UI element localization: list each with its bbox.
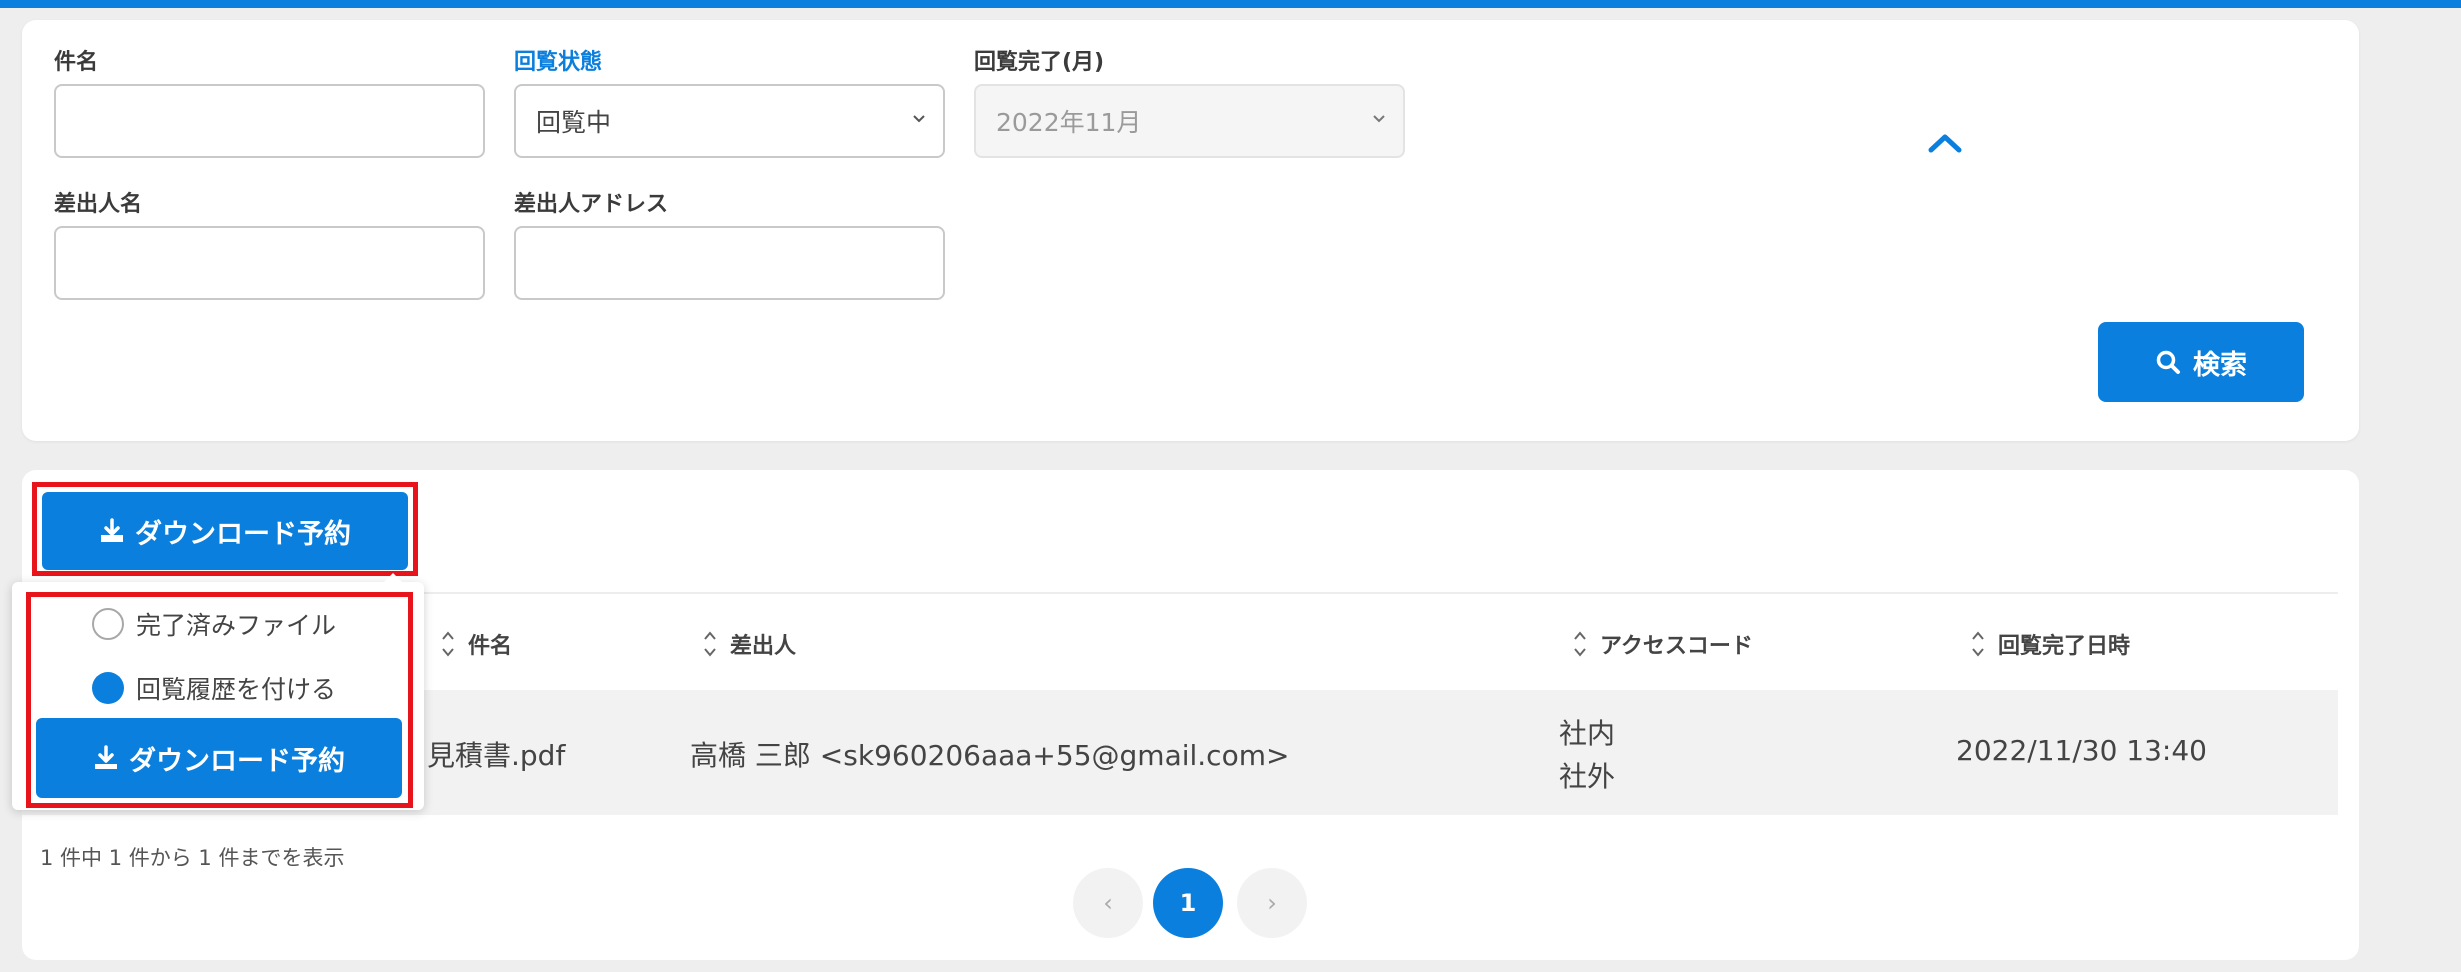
sort-icon: [1574, 631, 1586, 657]
chevron-up-icon: [1928, 134, 1962, 153]
cell-access-code-external: 社外: [1559, 760, 1616, 793]
column-header-label: 回覧完了日時: [1998, 634, 2131, 659]
option-completed-files[interactable]: 完了済みファイル: [92, 606, 336, 642]
search-button-label: 検索: [2193, 349, 2247, 381]
search-button[interactable]: 検索: [2098, 322, 2304, 402]
column-header-label: アクセスコード: [1600, 634, 1753, 659]
chevron-down-icon: [1373, 115, 1385, 123]
column-header-sender[interactable]: 差出人: [702, 628, 796, 660]
option-attach-history[interactable]: 回覧履歴を付ける: [92, 670, 336, 706]
sort-icon: [1972, 631, 1984, 657]
sender-name-input[interactable]: [54, 226, 485, 300]
search-panel: 件名 回覧状態 回覧中 回覧完了(月) 2022年11月 差出人名 差出人アドレ…: [22, 20, 2359, 441]
top-accent-bar: [0, 0, 2461, 8]
download-icon: [101, 518, 123, 542]
chevron-down-icon: [913, 115, 925, 123]
popover-arrow: [384, 573, 402, 582]
column-header-subject[interactable]: 件名: [440, 628, 512, 660]
cell-access-code-internal: 社内: [1559, 717, 1616, 750]
subject-input[interactable]: [54, 84, 485, 158]
subject-label: 件名: [54, 50, 99, 75]
radio-unchecked[interactable]: [92, 608, 124, 640]
collapse-filters-button[interactable]: [1915, 118, 1975, 168]
sort-icon: [704, 631, 716, 657]
completed-month-select[interactable]: 2022年11月: [974, 84, 1405, 158]
status-select-value: 回覧中: [536, 108, 612, 137]
popover-download-reserve-button[interactable]: ダウンロード予約: [36, 718, 402, 798]
radio-checked[interactable]: [92, 672, 124, 704]
download-reserve-button[interactable]: ダウンロード予約: [42, 492, 408, 570]
column-header-completed-at[interactable]: 回覧完了日時: [1970, 628, 2130, 660]
completed-month-value: 2022年11月: [996, 108, 1142, 137]
download-icon: [95, 745, 117, 769]
cell-completed-at: 2022/11/30 13:40: [1956, 734, 2207, 767]
sender-address-label: 差出人アドレス: [514, 192, 669, 217]
column-header-label: 差出人: [730, 634, 797, 659]
download-reserve-label: ダウンロード予約: [135, 518, 351, 550]
cell-sender: 高橋 三郎 <sk960206aaa+55@gmail.com>: [690, 739, 1290, 772]
pagination-prev[interactable]: ‹: [1073, 868, 1143, 938]
column-header-access-code[interactable]: アクセスコード: [1572, 628, 1753, 660]
cell-subject: 見積書.pdf: [427, 739, 566, 772]
pagination-next[interactable]: ›: [1237, 868, 1307, 938]
sender-name-label: 差出人名: [54, 192, 143, 217]
sort-icon: [442, 631, 454, 657]
sender-address-input[interactable]: [514, 226, 945, 300]
option-label: 完了済みファイル: [136, 611, 337, 640]
column-header-label: 件名: [468, 634, 513, 659]
option-label: 回覧履歴を付ける: [136, 675, 337, 704]
completed-month-label: 回覧完了(月): [974, 50, 1105, 75]
popover-download-label: ダウンロード予約: [129, 745, 345, 777]
pagination-page-1[interactable]: 1: [1153, 868, 1223, 938]
result-summary: 1 件中 1 件から 1 件までを表示: [40, 846, 345, 870]
status-label: 回覧状態: [514, 50, 603, 75]
search-icon: [2156, 350, 2180, 374]
status-select[interactable]: 回覧中: [514, 84, 945, 158]
